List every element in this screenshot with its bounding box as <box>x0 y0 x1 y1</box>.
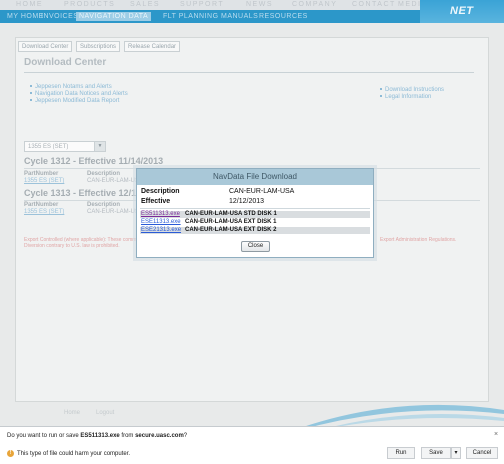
dialog-description-row: Description CAN-EUR-LAM-USA <box>141 188 294 195</box>
link-label: Jeppesen Notams and Alerts <box>35 84 112 90</box>
top-nav-news[interactable]: NEWS <box>246 1 273 8</box>
part-description: CAN-EUR-LAM-USA <box>87 178 144 184</box>
page-title: Download Center <box>24 57 107 68</box>
warning-text: This type of file could harm your comput… <box>17 451 131 458</box>
top-nav-contact[interactable]: CONTACT <box>352 1 396 8</box>
col-header-description: Description <box>87 171 121 177</box>
save-options-chevron-icon[interactable]: ▾ <box>451 447 461 459</box>
cancel-button[interactable]: Cancel <box>466 447 498 459</box>
top-nav-sales[interactable]: SALES <box>130 1 160 8</box>
download-notification-bar: Do you want to run or save ES511313.exe … <box>0 426 504 464</box>
part-description: CAN-EUR-LAM-USA <box>87 209 144 215</box>
file-description: CAN-EUR-LAM-USA EXT DISK 2 <box>185 227 277 233</box>
tab-download-center[interactable]: Download Center <box>18 41 73 52</box>
col-header-description: Description <box>87 202 121 208</box>
top-nav-company[interactable]: COMPANY <box>292 1 337 8</box>
part-select[interactable]: 1355 ES (SET) ▼ <box>24 141 106 152</box>
tab-subscriptions[interactable]: Subscriptions <box>76 41 121 52</box>
dialog-effective-row: Effective 12/12/2013 <box>141 198 264 205</box>
part-number-link[interactable]: 1355 ES (SET) <box>24 178 64 184</box>
col-header-part: PartNumber <box>24 202 59 208</box>
part-number-link[interactable]: 1355 ES (SET) <box>24 209 64 215</box>
col-header-part: PartNumber <box>24 171 59 177</box>
link-legal-information[interactable]: Legal Information <box>380 94 431 100</box>
download-warning: ! This type of file could harm your compu… <box>7 450 130 457</box>
link-label: Download Instructions <box>385 87 445 93</box>
navdata-download-dialog: NavData File Download Description CAN-EUR… <box>136 168 374 258</box>
link-label: Jeppesen Modified Data Report <box>35 98 120 104</box>
top-nav-support[interactable]: SUPPORT <box>180 1 224 8</box>
file-row: ESE11313.exe CAN-EUR-LAM-USA EXT DISK 1 <box>140 219 370 226</box>
chevron-down-icon[interactable]: ▼ <box>94 142 105 151</box>
download-question: Do you want to run or save ES511313.exe … <box>7 433 187 439</box>
file-description: CAN-EUR-LAM-USA STD DISK 1 <box>185 211 277 217</box>
sub-nav-invoices[interactable]: INVOICES <box>38 12 81 21</box>
sub-nav-navigation-data[interactable]: NAVIGATION DATA <box>76 12 152 21</box>
part-select-value: 1355 ES (SET) <box>28 144 69 150</box>
effective-label: Effective <box>141 198 171 205</box>
footer-home-link[interactable]: Home <box>64 410 80 416</box>
dialog-title: NavData File Download <box>137 169 373 185</box>
file-row: ESE21313.exe CAN-EUR-LAM-USA EXT DISK 2 <box>140 227 370 234</box>
bullet-icon <box>380 88 382 91</box>
question-text: from <box>119 433 136 439</box>
warning-icon: ! <box>7 450 14 457</box>
dialog-divider <box>140 208 370 209</box>
link-label: Legal Information <box>385 94 432 100</box>
question-text: Do you want to run or save <box>7 433 81 439</box>
effective-value: 12/12/2013 <box>229 198 265 205</box>
top-nav-home[interactable]: HOME <box>16 1 43 8</box>
export-notice-right: Export Administration Regulations. <box>380 237 457 243</box>
cycle-title: Cycle 1312 - Effective 11/14/2013 <box>24 156 164 166</box>
brand-banner: NET <box>420 0 504 23</box>
run-button[interactable]: Run <box>387 447 415 459</box>
bullet-icon <box>380 95 382 98</box>
file-link-std-disk-1[interactable]: ES511313.exe <box>141 211 180 217</box>
bullet-icon <box>30 92 32 95</box>
save-button[interactable]: Save <box>421 447 451 459</box>
file-description: CAN-EUR-LAM-USA EXT DISK 1 <box>185 219 277 225</box>
description-label: Description <box>141 188 180 195</box>
link-label: Navigation Data Notices and Alerts <box>35 91 128 97</box>
title-divider <box>24 72 474 73</box>
top-nav-products[interactable]: PRODUCTS <box>64 1 115 8</box>
file-row: ES511313.exe CAN-EUR-LAM-USA STD DISK 1 <box>140 211 370 218</box>
download-file-name: ES511313.exe <box>80 433 120 439</box>
footer-logout-link[interactable]: Logout <box>96 410 114 416</box>
download-host: secure.uasc.com <box>135 433 184 439</box>
bullet-icon <box>30 99 32 102</box>
link-download-instructions[interactable]: Download Instructions <box>380 87 444 93</box>
file-link-ext-disk-2[interactable]: ESE21313.exe <box>141 227 181 233</box>
file-link-ext-disk-1[interactable]: ESE11313.exe <box>141 219 181 225</box>
close-icon[interactable]: × <box>494 431 498 438</box>
question-text: ? <box>183 433 188 439</box>
bullet-icon <box>30 85 32 88</box>
close-button[interactable]: Close <box>241 241 270 252</box>
link-navdata-notices[interactable]: Navigation Data Notices and Alerts <box>30 91 128 97</box>
sub-nav-manuals[interactable]: MANUALS <box>218 12 261 21</box>
description-value: CAN-EUR-LAM-USA <box>229 188 295 195</box>
tab-release-calendar[interactable]: Release Calendar <box>124 41 181 52</box>
link-notams-alerts[interactable]: Jeppesen Notams and Alerts <box>30 84 112 90</box>
sub-nav-flt-planning[interactable]: FLT PLANNING <box>160 12 222 21</box>
sub-nav-resources[interactable]: RESOURCES <box>256 12 311 21</box>
link-modified-data-report[interactable]: Jeppesen Modified Data Report <box>30 98 119 104</box>
brand-logo[interactable]: NET <box>450 5 474 17</box>
